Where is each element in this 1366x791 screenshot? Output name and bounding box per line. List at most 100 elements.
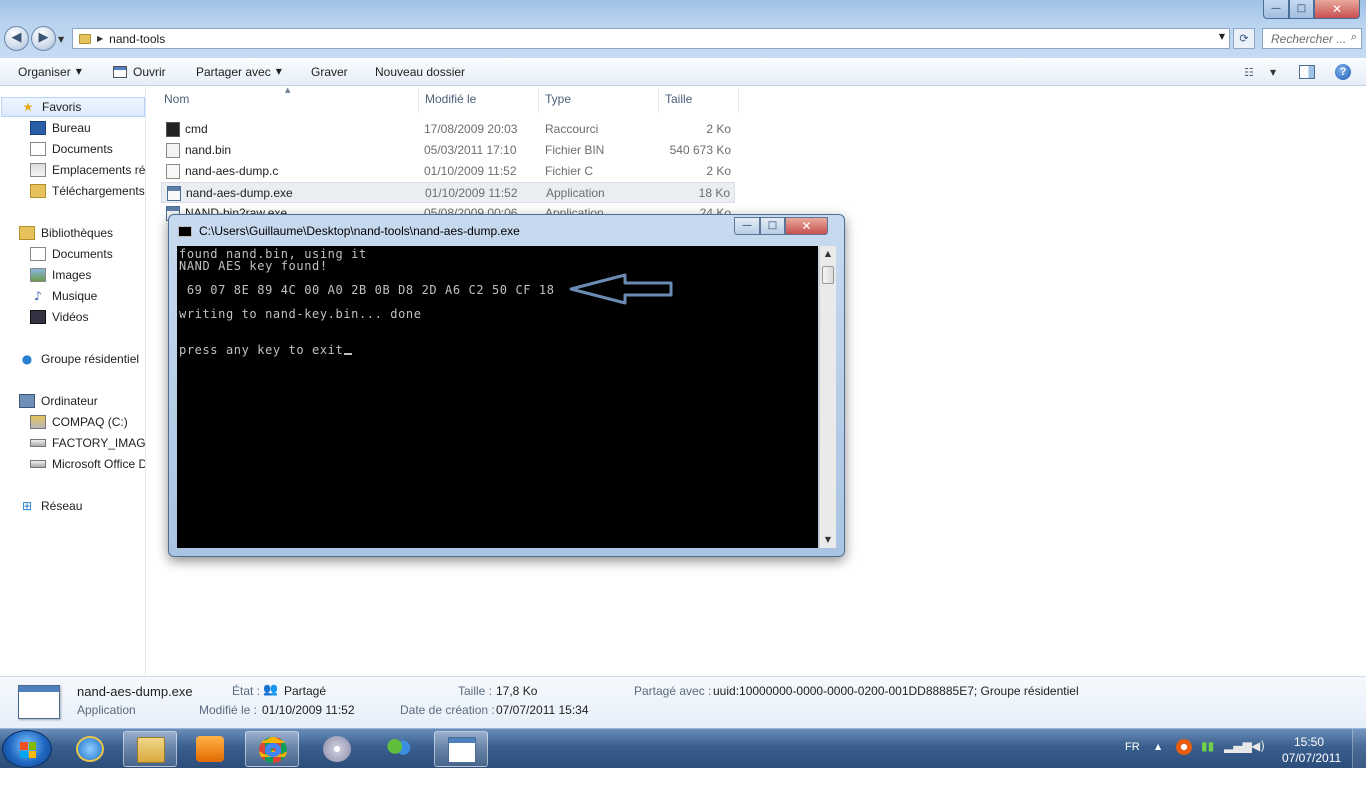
file-name: cmd bbox=[185, 122, 208, 136]
help-icon[interactable]: ? bbox=[1335, 64, 1351, 80]
share-button[interactable]: Partager avec ▼ bbox=[196, 65, 282, 79]
search-icon[interactable]: ⌕ bbox=[1351, 31, 1357, 44]
nav-fav-item[interactable]: Téléchargements bbox=[30, 181, 145, 201]
show-desktop-button[interactable] bbox=[1352, 729, 1366, 769]
music-icon: ♪ bbox=[34, 289, 42, 303]
column-size[interactable]: Taille bbox=[659, 89, 739, 113]
open-app-icon bbox=[113, 65, 127, 78]
start-button[interactable] bbox=[2, 730, 52, 768]
file-size: 540 673 Ko bbox=[669, 143, 731, 157]
console-output[interactable]: found nand.bin, using it NAND AES key fo… bbox=[177, 246, 818, 548]
scroll-down-arrow-icon[interactable]: ▼ bbox=[820, 532, 836, 548]
nav-label: Microsoft Office D bbox=[52, 457, 146, 471]
breadcrumb-path[interactable]: nand-tools bbox=[109, 32, 165, 46]
nav-libraries[interactable]: Bibliothèques bbox=[19, 223, 113, 243]
taskbar-ie[interactable] bbox=[63, 731, 117, 767]
windows-logo-icon bbox=[20, 742, 36, 758]
nav-fav-item[interactable]: Documents bbox=[30, 139, 113, 159]
address-dropdown-icon[interactable]: ▼ bbox=[1219, 32, 1225, 41]
nav-label: FACTORY_IMAGE bbox=[52, 436, 146, 450]
close-button[interactable]: ✕ bbox=[1314, 0, 1360, 19]
taskbar-dvd[interactable] bbox=[310, 731, 364, 767]
signal-icon[interactable]: ▂▄▆ bbox=[1224, 739, 1252, 779]
tray-app-icon[interactable] bbox=[1176, 739, 1192, 755]
nav-drive[interactable]: COMPAQ (C:) bbox=[30, 412, 128, 432]
details-pane: nand-aes-dump.exe Application État : 👥 P… bbox=[0, 676, 1366, 728]
nav-label: Images bbox=[52, 268, 92, 282]
new-folder-button[interactable]: Nouveau dossier bbox=[375, 65, 465, 79]
back-button[interactable]: ◀ bbox=[4, 26, 29, 51]
tray-expand-icon[interactable]: ▲ bbox=[1155, 742, 1161, 782]
nav-label: Groupe résidentiel bbox=[41, 352, 140, 366]
scroll-up-arrow-icon[interactable]: ▲ bbox=[820, 246, 836, 262]
nav-drive[interactable]: FACTORY_IMAGE bbox=[30, 433, 146, 453]
application-icon bbox=[167, 186, 181, 201]
nav-fav-item[interactable]: Emplacements ré bbox=[30, 160, 145, 180]
nav-computer[interactable]: Ordinateur bbox=[19, 391, 98, 411]
console-app-icon bbox=[448, 737, 476, 763]
console-scrollbar[interactable]: ▲ ▼ bbox=[819, 246, 836, 548]
forward-arrow-icon: ▶ bbox=[38, 30, 49, 45]
console-prompt-text: press any key to exit bbox=[179, 343, 344, 357]
taskbar-media-player[interactable] bbox=[183, 731, 237, 767]
console-window[interactable]: C:\Users\Guillaume\Desktop\nand-tools\na… bbox=[168, 214, 845, 557]
console-prompt-line: press any key to exit bbox=[179, 343, 353, 357]
nav-network[interactable]: ⊞ Réseau bbox=[19, 496, 82, 516]
file-row[interactable]: cmd 17/08/2009 20:03 Raccourci 2 Ko bbox=[161, 119, 735, 140]
refresh-button[interactable]: ⟳ bbox=[1233, 28, 1255, 49]
nav-drive[interactable]: Microsoft Office D bbox=[30, 454, 146, 474]
language-indicator[interactable]: FR bbox=[1125, 741, 1140, 781]
file-row[interactable]: nand.bin 05/03/2011 17:10 Fichier BIN 54… bbox=[161, 140, 735, 161]
organize-button[interactable]: Organiser ▼ bbox=[18, 65, 82, 79]
battery-icon[interactable]: ▮▮ bbox=[1201, 739, 1214, 779]
burn-button[interactable]: Graver bbox=[311, 65, 348, 79]
column-type[interactable]: Type bbox=[539, 89, 659, 113]
console-maximize-button[interactable]: □ bbox=[760, 217, 785, 235]
recent-pages-dropdown[interactable]: ▼ bbox=[58, 35, 64, 44]
volume-icon[interactable]: ◀) bbox=[1251, 739, 1265, 779]
nav-favorites[interactable]: ★ Favoris bbox=[1, 97, 145, 117]
file-name: nand.bin bbox=[185, 143, 232, 157]
column-modified[interactable]: Modifié le bbox=[419, 89, 539, 113]
nav-lib-item[interactable]: ♪ Musique bbox=[30, 286, 97, 306]
minimize-button[interactable]: — bbox=[1263, 0, 1289, 19]
search-placeholder: Rechercher ... bbox=[1271, 32, 1347, 46]
console-close-button[interactable]: ✕ bbox=[785, 217, 828, 235]
taskbar-messenger[interactable] bbox=[372, 731, 426, 767]
text-cursor bbox=[344, 353, 353, 355]
taskbar-console[interactable] bbox=[434, 731, 488, 767]
file-row-selected[interactable]: nand-aes-dump.exe 01/10/2009 11:52 Appli… bbox=[161, 182, 735, 203]
nav-label: Bibliothèques bbox=[41, 226, 114, 240]
breadcrumb-chevron-icon[interactable]: ▶ bbox=[97, 34, 103, 43]
command-bar: Organiser ▼ Ouvrir Partager avec ▼ Graver … bbox=[0, 58, 1366, 86]
nav-label: Bureau bbox=[52, 121, 91, 135]
taskbar-explorer[interactable] bbox=[123, 731, 177, 767]
nav-fav-item[interactable]: Bureau bbox=[30, 118, 91, 138]
console-minimize-button[interactable]: — bbox=[734, 217, 760, 235]
forward-button[interactable]: ▶ bbox=[31, 26, 56, 51]
open-button[interactable]: Ouvrir bbox=[113, 65, 166, 79]
taskbar-chrome[interactable] bbox=[245, 731, 299, 767]
search-input[interactable]: Rechercher ... ⌕ bbox=[1262, 28, 1362, 49]
view-dropdown-icon[interactable]: ▼ bbox=[1270, 68, 1276, 77]
sort-ascending-icon: ▲ bbox=[285, 86, 291, 94]
maximize-button[interactable]: □ bbox=[1289, 0, 1314, 19]
drive-icon bbox=[30, 439, 46, 447]
details-file-kind: Application bbox=[77, 703, 136, 717]
nav-lib-item[interactable]: Vidéos bbox=[30, 307, 88, 327]
nav-lib-item[interactable]: Documents bbox=[30, 244, 113, 264]
nav-label: Téléchargements bbox=[52, 184, 145, 198]
preview-pane-icon[interactable] bbox=[1299, 65, 1315, 79]
libraries-icon bbox=[19, 226, 35, 240]
nav-homegroup[interactable]: ● Groupe résidentiel bbox=[19, 349, 139, 369]
nav-lib-item[interactable]: Images bbox=[30, 265, 91, 285]
file-type: Application bbox=[546, 186, 605, 200]
file-row[interactable]: nand-aes-dump.c 01/10/2009 11:52 Fichier… bbox=[161, 161, 735, 182]
nav-label: Vidéos bbox=[52, 310, 89, 324]
details-state-value: Partagé bbox=[284, 684, 327, 698]
clock-date[interactable]: 07/07/2011 bbox=[1282, 751, 1341, 791]
address-bar[interactable]: ▶ nand-tools ▼ bbox=[72, 28, 1230, 49]
view-options-icon[interactable]: ☷ bbox=[1244, 66, 1254, 79]
open-label: Ouvrir bbox=[133, 64, 166, 79]
scroll-thumb[interactable] bbox=[822, 266, 834, 284]
